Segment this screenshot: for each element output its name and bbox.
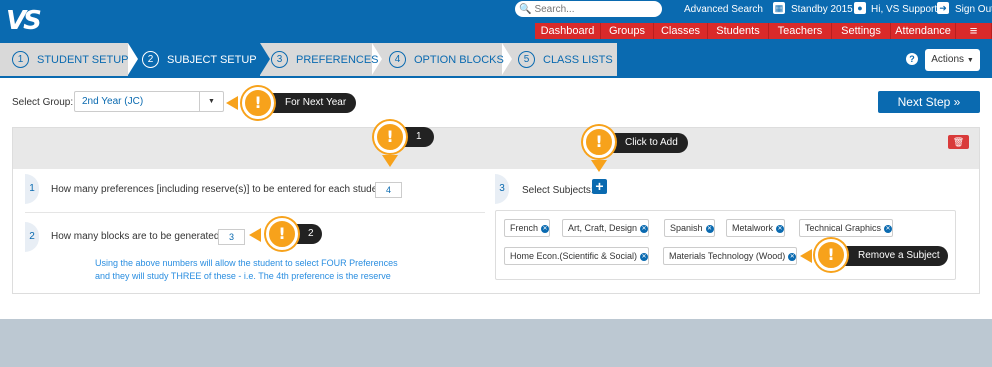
subject-label: Materials Technology (Wood) xyxy=(669,251,786,261)
app-logo[interactable]: VS xyxy=(6,6,42,36)
advanced-search-link[interactable]: Advanced Search xyxy=(684,4,763,15)
subject-chip: French ✕ xyxy=(504,219,551,237)
calendar-icon: ▦ xyxy=(773,2,785,14)
tour-tip: Click to Add xyxy=(603,133,688,153)
subject-chip: Spanish ✕ xyxy=(664,219,715,237)
remove-icon[interactable]: ✕ xyxy=(705,224,714,233)
tour-tip: Remove a Subject xyxy=(840,246,948,266)
step-number: 5 xyxy=(518,51,535,68)
standby-link[interactable]: Standby 2015 xyxy=(791,4,853,15)
tip-pointer xyxy=(382,155,398,167)
subject-chip: Art, Craft, Design ✕ xyxy=(562,219,650,237)
trash-icon[interactable]: 🗑 xyxy=(948,135,969,149)
tip-pointer xyxy=(226,96,238,110)
step-student-setup[interactable]: 1 STUDENT SETUP xyxy=(12,43,128,76)
menu-groups[interactable]: Groups xyxy=(601,23,654,39)
tour-alert-icon[interactable]: ! xyxy=(242,87,274,119)
tip-pointer xyxy=(249,228,261,242)
sign-out-icon: ➜ xyxy=(937,2,949,14)
divider xyxy=(25,212,485,213)
user-icon: ● xyxy=(854,2,866,14)
caret-down-icon: ▼ xyxy=(199,92,223,111)
actions-label: Actions xyxy=(931,54,965,65)
step-class-lists[interactable]: 5 CLASS LISTS xyxy=(518,43,613,76)
chevron-divider xyxy=(260,43,270,75)
step-number: 4 xyxy=(389,51,406,68)
menu-dashboard[interactable]: Dashboard xyxy=(535,23,601,39)
add-subject-button[interactable]: + xyxy=(592,179,607,194)
menu-teachers[interactable]: Teachers xyxy=(769,23,832,39)
step-label: SUBJECT SETUP xyxy=(167,53,257,66)
step-option-blocks[interactable]: 4 OPTION BLOCKS xyxy=(389,43,504,76)
subject-chip: Metalwork ✕ xyxy=(726,219,786,237)
step-number: 2 xyxy=(142,51,159,68)
footer xyxy=(0,319,992,367)
step-label: CLASS LISTS xyxy=(543,53,613,66)
subject-label: Spanish xyxy=(670,223,703,233)
menu-attendance[interactable]: Attendance xyxy=(891,23,956,39)
subject-label: Metalwork xyxy=(732,223,774,233)
remove-icon[interactable]: ✕ xyxy=(884,224,893,233)
sign-out-link[interactable]: Sign Out xyxy=(955,4,992,15)
menu-classes[interactable]: Classes xyxy=(654,23,708,39)
subject-chip: Home Econ.(Scientific & Social) ✕ xyxy=(504,247,650,265)
search-box[interactable]: 🔍 xyxy=(515,1,662,17)
search-input[interactable] xyxy=(534,3,655,15)
subject-label: Art, Craft, Design xyxy=(568,223,638,233)
caret-down-icon: ▼ xyxy=(966,57,974,64)
step-label: STUDENT SETUP xyxy=(37,53,129,66)
subject-label: French xyxy=(510,223,539,233)
remove-icon[interactable]: ✕ xyxy=(788,252,797,261)
user-link[interactable]: Hi, VS Support xyxy=(871,4,937,15)
tour-alert-icon[interactable]: ! xyxy=(374,121,406,153)
remove-icon[interactable]: ✕ xyxy=(640,224,649,233)
subject-chip: Materials Technology (Wood) ✕ xyxy=(663,247,798,265)
tour-tip: For Next Year xyxy=(265,93,357,113)
step-label: PREFERENCES xyxy=(296,53,379,66)
tour-alert-icon[interactable]: ! xyxy=(815,239,847,271)
menu-students[interactable]: Students xyxy=(708,23,769,39)
tip-pointer xyxy=(800,249,812,263)
remove-icon[interactable]: ✕ xyxy=(541,224,550,233)
search-icon: 🔍 xyxy=(519,3,532,15)
tour-alert-icon[interactable]: ! xyxy=(266,218,298,250)
step-subject-setup[interactable]: 2 SUBJECT SETUP xyxy=(142,43,257,76)
next-step-button[interactable]: Next Step » xyxy=(878,91,980,113)
step-label: OPTION BLOCKS xyxy=(414,53,504,66)
info-text: Using the above numbers will allow the s… xyxy=(95,258,398,281)
group-select-value: 2nd Year (JC) xyxy=(82,96,144,107)
remove-icon[interactable]: ✕ xyxy=(640,252,649,261)
main-menu: Dashboard Groups Classes Students Teache… xyxy=(535,23,992,39)
panel-header xyxy=(13,128,979,169)
subject-chip: Technical Graphics ✕ xyxy=(799,219,894,237)
subject-label: Home Econ.(Scientific & Social) xyxy=(510,251,638,261)
select-subjects-label: Select Subjects: xyxy=(522,185,594,196)
blocks-count-input[interactable]: 3 xyxy=(218,229,245,245)
step-preferences[interactable]: 3 PREFERENCES xyxy=(271,43,379,76)
step-number: 1 xyxy=(12,51,29,68)
subject-label: Technical Graphics xyxy=(805,223,882,233)
question-text: How many preferences [including reserve(… xyxy=(51,184,392,195)
menu-settings[interactable]: Settings xyxy=(832,23,891,39)
actions-dropdown[interactable]: Actions ▼ xyxy=(925,49,980,71)
hamburger-icon[interactable]: ≡ xyxy=(956,23,992,39)
remove-icon[interactable]: ✕ xyxy=(776,224,785,233)
group-select[interactable]: 2nd Year (JC) ▼ xyxy=(74,91,224,112)
chevron-divider xyxy=(128,43,138,75)
question-text: How many blocks are to be generated? xyxy=(51,231,225,242)
wizard-steps: 1 STUDENT SETUP 2 SUBJECT SETUP 3 PREFER… xyxy=(0,43,617,76)
tour-alert-icon[interactable]: ! xyxy=(583,126,615,158)
select-group-label: Select Group: xyxy=(12,97,74,108)
preferences-count-input[interactable]: 4 xyxy=(375,182,402,198)
step-number: 3 xyxy=(271,51,288,68)
tip-pointer xyxy=(591,160,607,172)
help-icon[interactable]: ? xyxy=(906,53,918,65)
